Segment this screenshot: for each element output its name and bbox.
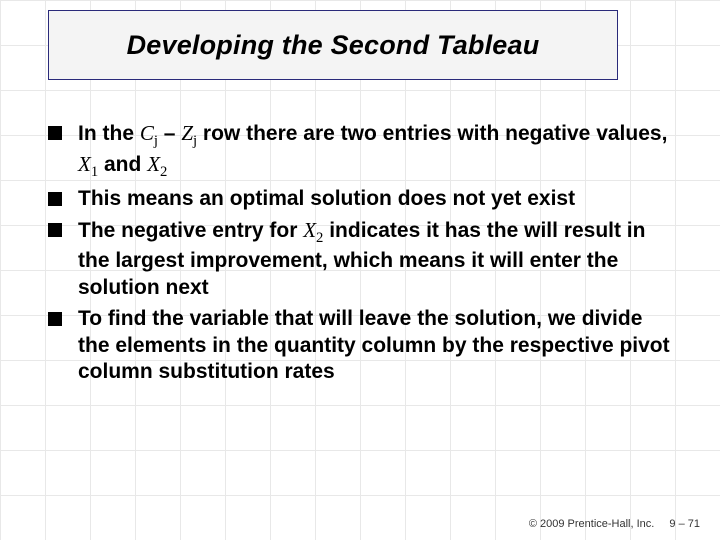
page-number: 9 – 71 — [669, 518, 700, 530]
var-X2: X2 — [303, 218, 323, 242]
page-title: Developing the Second Tableau — [127, 30, 540, 61]
sub-2: 2 — [160, 164, 167, 180]
text: This means an optimal solution does not … — [78, 187, 575, 210]
bullet-item: In the Cj – Zj row there are two entries… — [48, 120, 678, 182]
var-Cj: Cj — [140, 121, 158, 145]
var-X: X — [303, 218, 316, 242]
copyright: © 2009 Prentice-Hall, Inc. — [529, 518, 655, 530]
var-X: X — [78, 152, 91, 176]
var-X2: X2 — [147, 152, 167, 176]
var-X: X — [147, 152, 160, 176]
text: To find the variable that will leave the… — [78, 307, 670, 384]
var-X1: X1 — [78, 152, 98, 176]
var-Zj: Zj — [181, 121, 197, 145]
var-C: C — [140, 121, 154, 145]
text: In the — [78, 122, 140, 145]
text: – — [158, 122, 181, 145]
bullet-item: The negative entry for X2 indicates it h… — [48, 217, 678, 302]
footer: © 2009 Prentice-Hall, Inc. 9 – 71 — [529, 518, 700, 530]
bullet-item: To find the variable that will leave the… — [48, 306, 678, 387]
content-area: In the Cj – Zj row there are two entries… — [48, 120, 678, 390]
bullet-list: In the Cj – Zj row there are two entries… — [48, 120, 678, 386]
bullet-item: This means an optimal solution does not … — [48, 186, 678, 213]
text: row there are two entries with negative … — [197, 122, 667, 145]
text: and — [98, 153, 147, 176]
title-box: Developing the Second Tableau — [48, 10, 618, 80]
var-Z: Z — [181, 121, 193, 145]
text: The negative entry for — [78, 219, 303, 242]
